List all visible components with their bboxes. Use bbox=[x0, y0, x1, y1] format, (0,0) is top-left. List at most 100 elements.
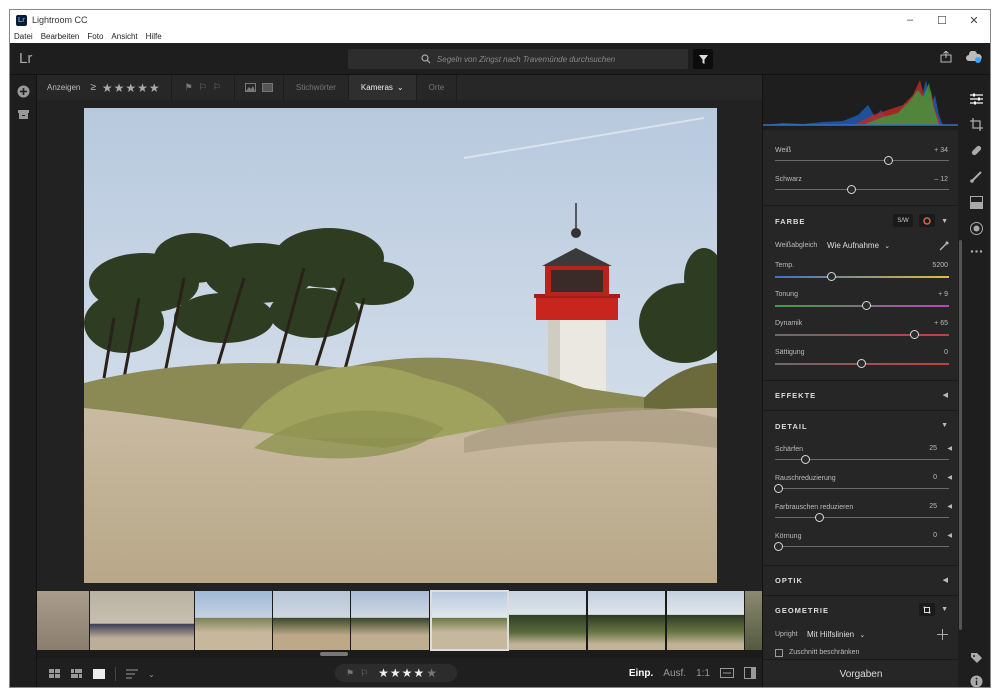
keyword-tag-icon[interactable] bbox=[970, 652, 983, 665]
geometrie-section-title[interactable]: GEOMETRIE bbox=[775, 606, 829, 615]
menu-hilfe[interactable]: Hilfe bbox=[146, 32, 162, 41]
dynamik-slider-knob[interactable] bbox=[910, 330, 919, 339]
effekte-section-title[interactable]: EFFEKTE bbox=[775, 391, 816, 400]
share-icon[interactable] bbox=[940, 51, 952, 63]
schaerfen-slider-knob[interactable] bbox=[801, 455, 810, 464]
koernung-value[interactable]: 0 bbox=[933, 532, 937, 539]
weiss-slider-track[interactable] bbox=[775, 160, 949, 161]
menu-bearbeiten[interactable]: Bearbeiten bbox=[41, 32, 80, 41]
before-after-icon[interactable] bbox=[744, 667, 756, 679]
linear-gradient-icon[interactable] bbox=[970, 196, 983, 209]
fill-zoom-button[interactable]: Ausf. bbox=[663, 668, 686, 679]
flag-unflagged-icon[interactable]: ⚐ bbox=[199, 82, 207, 93]
temp-slider-track[interactable] bbox=[775, 276, 949, 278]
schaerfen-value[interactable]: 25 bbox=[929, 445, 937, 452]
farbrauschen-slider-knob[interactable] bbox=[815, 513, 824, 522]
schaerfen-expand-icon[interactable]: ◀ bbox=[947, 445, 952, 452]
info-icon[interactable] bbox=[970, 675, 983, 688]
maximize-button[interactable]: ☐ bbox=[926, 10, 958, 30]
add-photos-icon[interactable] bbox=[17, 85, 30, 98]
square-grid-icon[interactable] bbox=[49, 669, 61, 679]
filmstrip-thumb[interactable] bbox=[667, 591, 744, 650]
farbe-section-title[interactable]: FARBE bbox=[775, 217, 805, 226]
eyedropper-icon[interactable] bbox=[939, 241, 949, 251]
rating-filter-stars[interactable]: ★★★★★ bbox=[102, 81, 161, 95]
menu-datei[interactable]: Datei bbox=[14, 32, 33, 41]
dynamik-slider-track[interactable] bbox=[775, 334, 949, 336]
filmstrip-thumb-selected[interactable] bbox=[430, 590, 509, 651]
crop-icon[interactable] bbox=[970, 118, 983, 131]
rauschreduzierung-slider-knob[interactable] bbox=[774, 484, 783, 493]
rating-star-empty[interactable]: ★ bbox=[426, 666, 437, 680]
filmstrip-thumb[interactable] bbox=[351, 591, 429, 650]
rauschreduzierung-value[interactable]: 0 bbox=[933, 474, 937, 481]
sort-chevron-icon[interactable]: ⌄ bbox=[148, 670, 155, 679]
minimize-button[interactable]: – bbox=[894, 10, 926, 30]
sw-button[interactable]: S/W bbox=[893, 214, 913, 227]
library-icon[interactable] bbox=[17, 108, 30, 121]
menu-foto[interactable]: Foto bbox=[87, 32, 103, 41]
fit-zoom-button[interactable]: Einp. bbox=[629, 668, 653, 679]
menu-ansicht[interactable]: Ansicht bbox=[111, 32, 137, 41]
rating-operator[interactable]: ≥ bbox=[90, 82, 96, 93]
tonung-slider-knob[interactable] bbox=[862, 301, 871, 310]
stichwoerter-filter[interactable]: Stichwörter bbox=[296, 83, 336, 92]
filmstrip-scrollbar[interactable] bbox=[320, 652, 348, 656]
filmstrip-thumb[interactable] bbox=[588, 591, 665, 650]
more-icon[interactable] bbox=[970, 245, 983, 258]
detail-section-title[interactable]: DETAIL bbox=[775, 422, 808, 431]
upright-dropdown[interactable]: Mit Hilfslinien ⌄ bbox=[807, 630, 865, 639]
orte-filter[interactable]: Orte bbox=[429, 83, 445, 92]
close-button[interactable]: ✕ bbox=[958, 10, 990, 30]
search-input[interactable]: Segeln von Zingst nach Travemünde durchs… bbox=[348, 49, 688, 69]
rating-stars[interactable]: ★★★★ bbox=[378, 666, 425, 680]
color-mixer-button[interactable] bbox=[919, 214, 935, 227]
schwarz-slider-track[interactable] bbox=[775, 189, 949, 190]
weissabgleich-dropdown[interactable]: Wie Aufnahme ⌄ bbox=[827, 241, 890, 250]
koernung-slider-knob[interactable] bbox=[774, 542, 783, 551]
detail-view-icon[interactable] bbox=[93, 669, 105, 679]
sort-icon[interactable] bbox=[126, 669, 138, 679]
edit-sliders-icon[interactable] bbox=[970, 92, 983, 105]
video-type-icon[interactable] bbox=[261, 83, 273, 92]
filmstrip-thumb[interactable] bbox=[745, 591, 762, 650]
tonung-value[interactable]: + 9 bbox=[938, 291, 948, 298]
main-photo[interactable] bbox=[84, 108, 717, 583]
crosshair-icon[interactable] bbox=[937, 629, 948, 640]
weiss-value[interactable]: + 34 bbox=[934, 147, 948, 154]
schwarz-value[interactable]: – 12 bbox=[934, 176, 948, 183]
weiss-slider-knob[interactable] bbox=[884, 156, 893, 165]
geometrie-collapse-icon[interactable]: ▼ bbox=[941, 606, 948, 613]
farbrauschen-slider-track[interactable] bbox=[775, 517, 949, 518]
brush-icon[interactable] bbox=[970, 170, 983, 183]
filmstrip-thumb[interactable] bbox=[273, 591, 350, 650]
effekte-expand-icon[interactable]: ◀ bbox=[943, 391, 948, 399]
one-to-one-zoom-button[interactable]: 1:1 bbox=[696, 668, 710, 679]
kameras-filter[interactable]: Kameras bbox=[361, 83, 393, 92]
edit-panel-scrollbar-thumb[interactable] bbox=[959, 240, 962, 630]
optik-expand-icon[interactable]: ◀ bbox=[943, 576, 948, 584]
rauschreduzierung-slider-track[interactable] bbox=[775, 488, 949, 489]
farbe-collapse-icon[interactable]: ▼ bbox=[941, 218, 948, 225]
filmstrip-thumb[interactable] bbox=[509, 591, 586, 650]
healing-brush-icon[interactable] bbox=[970, 144, 983, 157]
koernung-expand-icon[interactable]: ◀ bbox=[947, 532, 952, 539]
radial-gradient-icon[interactable] bbox=[970, 222, 983, 235]
filmstrip-thumb[interactable] bbox=[90, 591, 194, 650]
detail-collapse-icon[interactable]: ▼ bbox=[941, 422, 948, 429]
flag-picked-icon[interactable]: ⚑ bbox=[185, 82, 193, 93]
saettigung-slider-knob[interactable] bbox=[857, 359, 866, 368]
flag-rejected-icon[interactable]: ⚐ bbox=[213, 82, 221, 93]
dynamik-value[interactable]: + 65 bbox=[934, 320, 948, 327]
temp-value[interactable]: 5200 bbox=[932, 262, 948, 269]
vorgaben-button[interactable]: Vorgaben bbox=[763, 659, 959, 687]
saettigung-value[interactable]: 0 bbox=[944, 349, 948, 356]
photo-grid-icon[interactable] bbox=[71, 669, 83, 679]
filter-button[interactable] bbox=[693, 49, 713, 69]
farbrauschen-expand-icon[interactable]: ◀ bbox=[947, 503, 952, 510]
flag-reject-icon[interactable]: ⚐ bbox=[360, 668, 368, 679]
filmstrip-thumb[interactable] bbox=[195, 591, 272, 650]
farbrauschen-value[interactable]: 25 bbox=[929, 503, 937, 510]
koernung-slider-track[interactable] bbox=[775, 546, 949, 547]
compare-icon[interactable] bbox=[720, 668, 734, 678]
